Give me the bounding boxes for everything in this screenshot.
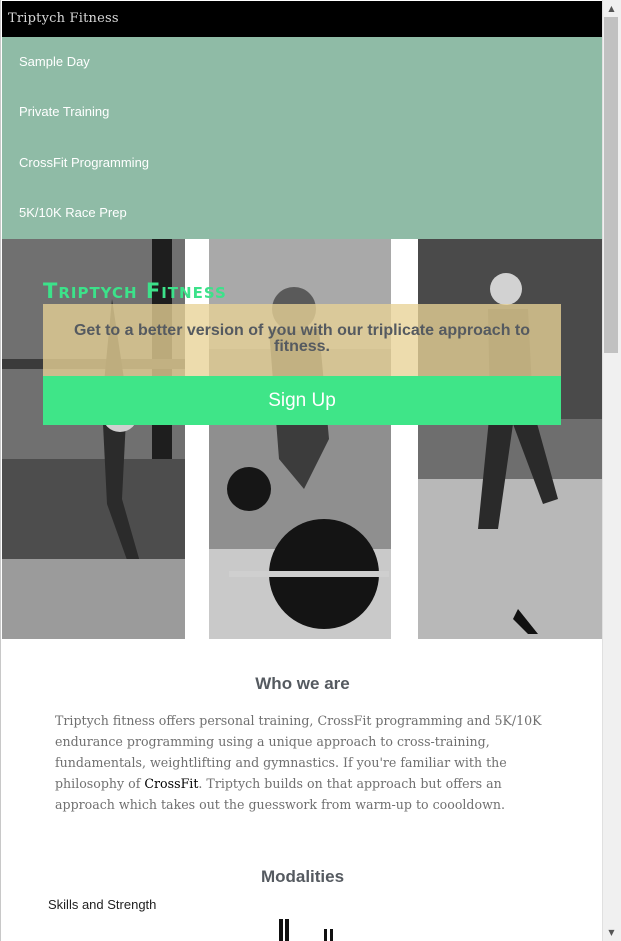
top-bar: Triptych Fitness <box>2 1 603 37</box>
scroll-down-arrow-icon[interactable]: ▼ <box>602 924 621 941</box>
about-paragraph: Triptych fitness offers personal trainin… <box>55 710 551 815</box>
hero-banner: Triptych Fitness Get to a better version… <box>2 239 603 639</box>
modalities-heading: Modalities <box>260 867 345 886</box>
nav-item-crossfit-programming[interactable]: CrossFit Programming <box>19 155 149 170</box>
crossfit-link[interactable]: CrossFit <box>144 776 198 791</box>
sign-up-button[interactable]: Sign Up <box>43 376 561 425</box>
nav-item-sample-day[interactable]: Sample Day <box>19 54 90 69</box>
hero-title: Triptych Fitness <box>43 279 227 303</box>
modality-item-label: Skills and Strength <box>48 897 157 912</box>
hero-photo-weightlifting <box>209 239 391 639</box>
barbell-icon <box>279 919 333 941</box>
tagline-box: Get to a better version of you with our … <box>43 304 561 376</box>
nav-item-race-prep[interactable]: 5K/10K Race Prep <box>19 205 127 220</box>
browser-window: Triptych Fitness Sample Day Private Trai… <box>0 0 621 941</box>
about-heading: Who we are <box>255 674 350 693</box>
hero-tagline: Get to a better version of you with our … <box>73 322 531 355</box>
scrollbar-thumb[interactable] <box>604 17 618 353</box>
hero-photo-running <box>418 239 603 639</box>
nav-menu: Sample Day Private Training CrossFit Pro… <box>2 37 603 239</box>
brand-logo-text[interactable]: Triptych Fitness <box>8 11 119 26</box>
scroll-up-arrow-icon[interactable]: ▲ <box>602 0 621 17</box>
nav-item-private-training[interactable]: Private Training <box>19 104 109 119</box>
